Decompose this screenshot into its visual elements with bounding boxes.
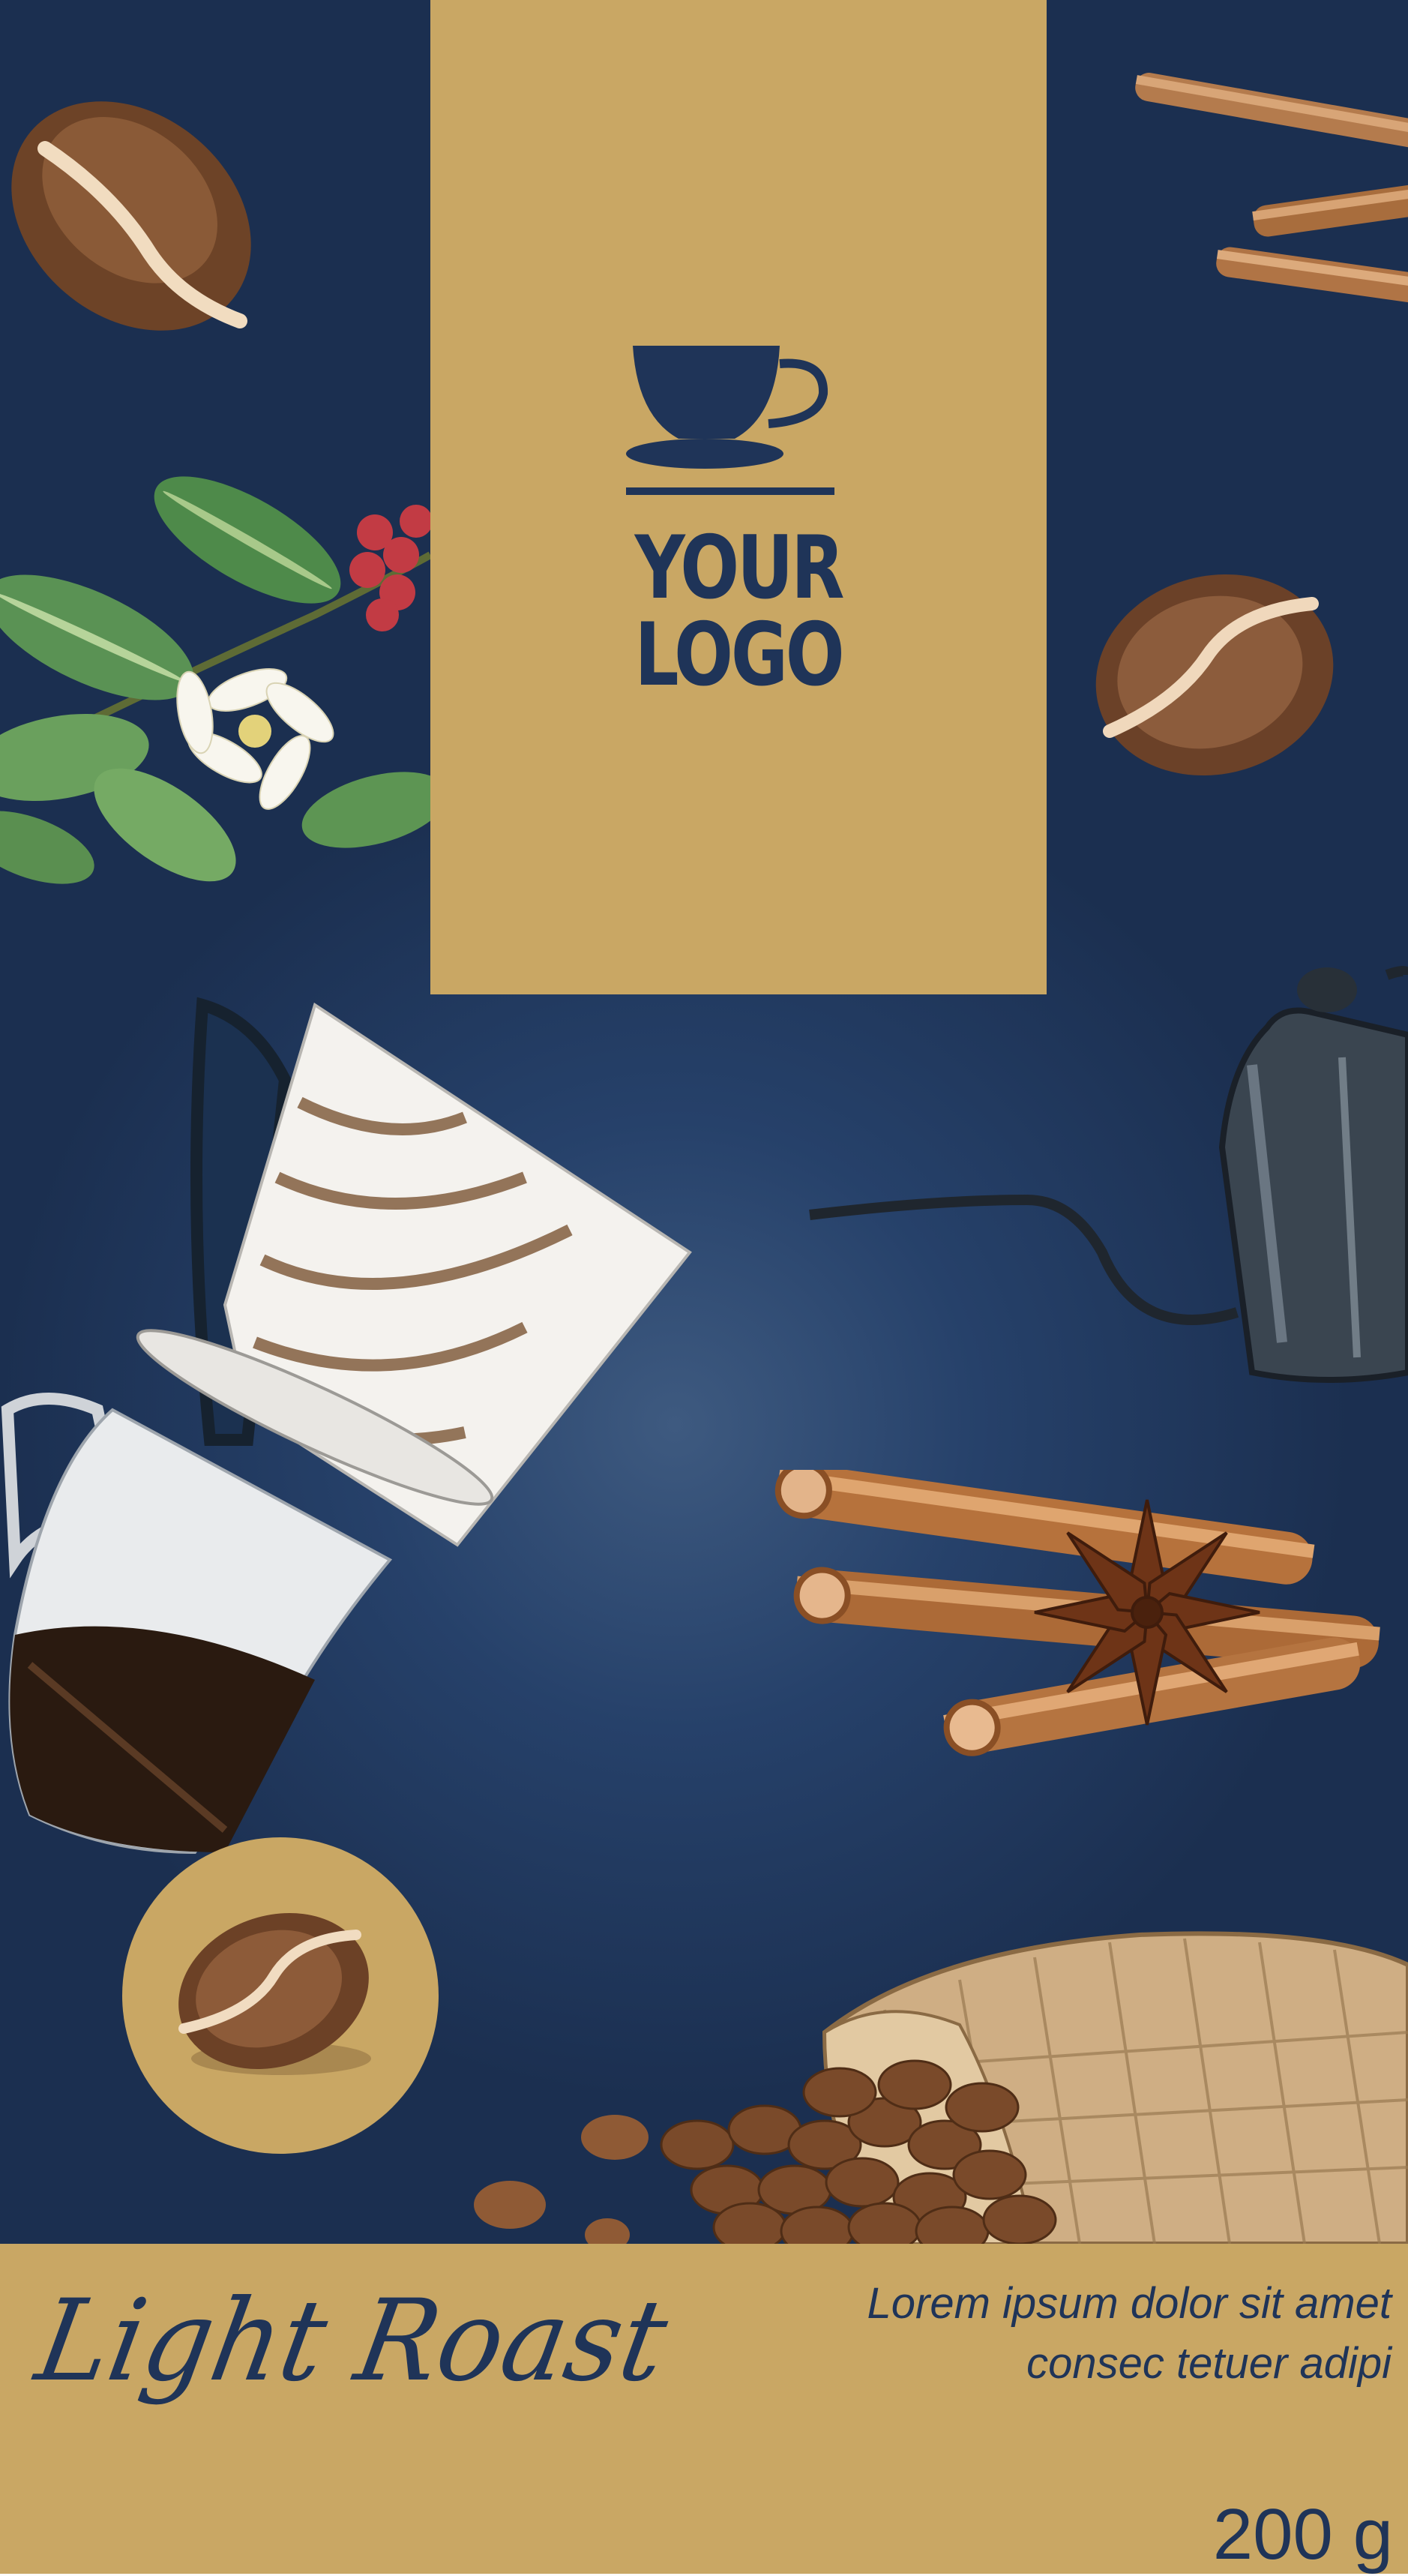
cinnamon-sticks-icon — [1135, 73, 1408, 305]
cup-icon — [626, 346, 834, 495]
description-line-1: Lorem ipsum dolor sit amet — [867, 2279, 1392, 2328]
roast-label: Light Roast — [28, 2276, 676, 2407]
coffee-branch-icon — [0, 476, 430, 884]
cinnamon-star-anise-icon — [774, 1470, 1380, 1756]
logo-line-1: YOUR — [634, 517, 845, 619]
logo-text: YOUR LOGO — [492, 525, 985, 699]
weight-label: 200 g — [1212, 2494, 1393, 2575]
coffee-bean-icon — [178, 1913, 371, 2075]
coffee-bean-icon — [1095, 574, 1334, 776]
burlap-sack-beans-icon — [474, 1931, 1408, 2244]
pour-over-dripper-icon — [1, 997, 692, 1855]
gooseneck-kettle-icon — [809, 966, 1408, 1383]
description-line-2: consec tetuer adipi — [1026, 2339, 1392, 2388]
coffee-bean-icon — [11, 101, 251, 331]
logo-line-2: LOGO — [634, 604, 845, 706]
description-text: Lorem ipsum dolor sit amet consec tetuer… — [717, 2274, 1392, 2394]
